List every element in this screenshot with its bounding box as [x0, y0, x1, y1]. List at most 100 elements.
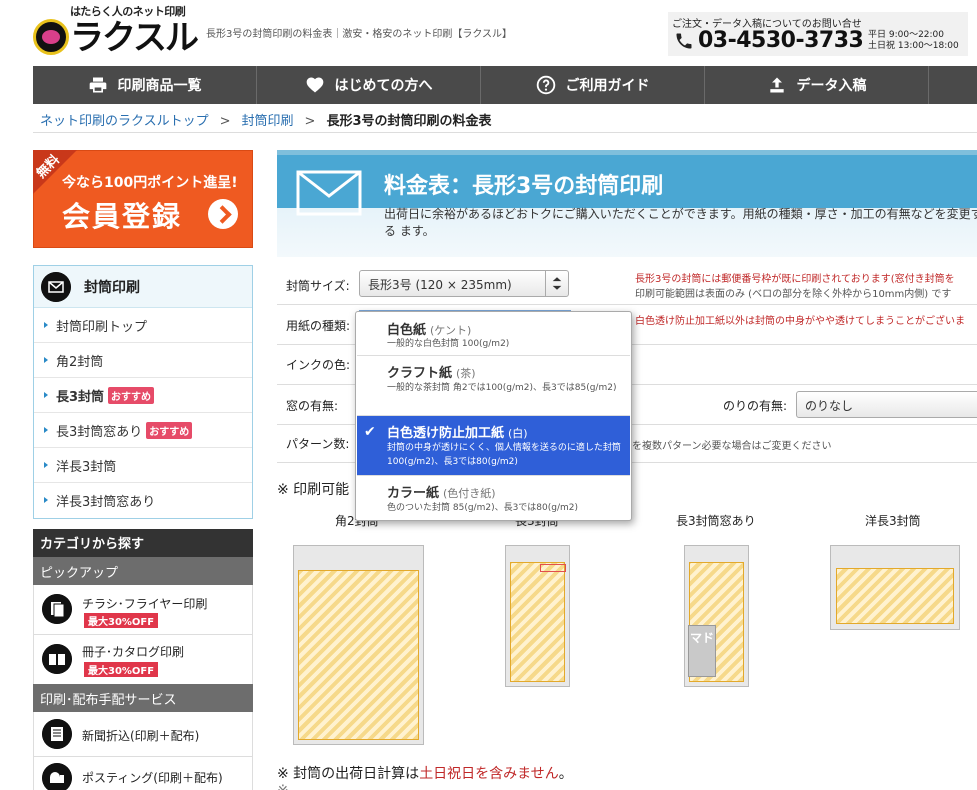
side-item-kaku2[interactable]: 角2封筒 — [34, 343, 252, 378]
side-menu-title: 封筒印刷 — [84, 280, 140, 296]
nav-item-label: データ入稿 — [796, 78, 867, 94]
booklet-icon — [42, 644, 72, 674]
category-item-label: チラシ･フライヤー印刷 — [82, 597, 208, 611]
printable-area-heading: ※ 印刷可能 — [277, 482, 350, 498]
category-pickup: ピックアップ — [33, 557, 253, 585]
side-item-label: 長3封筒 — [56, 389, 105, 405]
logo-mark-icon[interactable] — [33, 19, 69, 55]
category-item-label: ポスティング(印刷＋配布) — [82, 771, 223, 785]
side-item-younaga3-window[interactable]: 洋長3封筒窓あり — [34, 483, 252, 518]
option-subtitle: (白) — [508, 427, 528, 440]
nav-item-upload[interactable]: データ入稿 — [705, 66, 929, 104]
chevron-right-icon — [208, 199, 238, 229]
side-item-label: 封筒印刷トップ — [56, 319, 148, 335]
breadcrumb: ネット印刷のラクスルトップ > 封筒印刷 > 長形3号の封筒印刷の料金表 — [40, 110, 492, 129]
window-label: 窓の有無: — [286, 399, 339, 413]
recommend-badge: おすすめ — [146, 421, 193, 439]
option-title: カラー紙 (色付き紙) — [387, 482, 496, 501]
option-subtitle: (茶) — [456, 367, 476, 380]
banner-promo-text: 今なら100円ポイント進呈! — [62, 175, 238, 191]
side-item-younaga3[interactable]: 洋長3封筒 — [34, 448, 252, 483]
heart-icon — [306, 77, 323, 93]
envelope-label-younaga3: 洋長3封筒 — [865, 514, 921, 528]
category-item-label: 冊子･カタログ印刷 — [82, 645, 185, 659]
option-title-text: 白色紙 — [387, 323, 427, 338]
printable-area — [836, 568, 954, 624]
pattern-label: パターン数: — [286, 437, 350, 451]
logo-tagline: はたらく人のネット印刷 — [70, 5, 186, 18]
category-item-label: 新聞折込(印刷＋配布) — [82, 729, 200, 743]
page-description: 長形3号の封筒印刷の料金表｜激安・格安のネット印刷【ラクスル】 — [206, 29, 513, 40]
paper-option-white[interactable]: 白色紙 (ケント) 一般的な白色封筒 100(g/m2) — [357, 312, 630, 356]
size-label: 封筒サイズ: — [286, 279, 350, 293]
phone-number[interactable]: 03-4530-3733 — [698, 28, 864, 53]
postal-code-box — [540, 564, 566, 572]
size-select[interactable]: 長形3号 (120 × 235mm) — [359, 270, 569, 297]
discount-badge: 最大30%OFF — [84, 662, 159, 677]
paper-option-color[interactable]: カラー紙 (色付き紙) 色のついた封筒 85(g/m2)、長3では80(g/m2) — [357, 476, 630, 520]
category-item-booklet[interactable]: 冊子･カタログ印刷 最大30%OFF — [33, 635, 253, 685]
window-area: マド — [688, 625, 716, 677]
side-item-naga3[interactable]: 長3封筒 おすすめ — [34, 378, 252, 413]
flyer-icon — [42, 594, 72, 624]
option-title-text: 白色透け防止加工紙 — [387, 426, 505, 441]
category-item-flyer[interactable]: チラシ･フライヤー印刷 最大30%OFF — [33, 585, 253, 635]
logo-text[interactable]: ラクスル — [70, 18, 199, 58]
phone-icon — [676, 33, 692, 49]
size-note-warning: 長形3号の封筒には郵便番号枠が既に印刷されております(窓付き封筒を — [635, 274, 955, 285]
printable-area — [298, 570, 419, 740]
category-item-posting[interactable]: ポスティング(印刷＋配布) — [33, 757, 253, 790]
category-title: カテゴリから探す — [33, 529, 253, 557]
newspaper-icon — [42, 719, 72, 749]
main-nav: 印刷商品一覧 はじめての方へ ご利用ガイド データ入稿 — [33, 66, 977, 104]
printer-icon — [89, 77, 106, 93]
hours-weekday: 平日 9:00〜22:00 — [868, 30, 945, 40]
shipping-note-prefix: ※ 封筒の出荷日計算は — [277, 766, 420, 782]
nav-item-label: はじめての方へ — [334, 78, 433, 94]
nav-item-beginners[interactable]: はじめての方へ — [257, 66, 481, 104]
breadcrumb-sep: > — [304, 114, 316, 129]
discount-badge: 最大30%OFF — [84, 613, 159, 628]
mailbox-icon — [42, 763, 72, 790]
breadcrumb-home[interactable]: ネット印刷のラクスルトップ — [40, 114, 209, 129]
option-title: 白色透け防止加工紙 (白) — [387, 422, 528, 441]
envelope-icon — [41, 272, 71, 302]
option-title-text: カラー紙 — [387, 486, 440, 501]
banner-title: 会員登録 — [62, 200, 183, 233]
business-hours: 平日 9:00〜22:00 土日祝 13:00〜18:00 — [868, 30, 959, 52]
shipping-note: ※ 封筒の出荷日計算は土日祝日を含みません。 — [277, 763, 573, 783]
category-distribution: 印刷･配布手配サービス — [33, 684, 253, 712]
breadcrumb-sep: > — [219, 114, 231, 129]
side-item-naga3-window[interactable]: 長3封筒窓あり おすすめ — [34, 413, 252, 448]
shipping-note-next: ※ ... — [277, 783, 307, 790]
nori-select[interactable]: のりなし — [796, 391, 977, 418]
category-item-newspaper[interactable]: 新聞折込(印刷＋配布) — [33, 712, 253, 757]
side-item-envelope-top[interactable]: 封筒印刷トップ — [34, 308, 252, 343]
option-description: 封筒の中身が透けにくく、個人情報を送るのに適した封筒 100(g/m2)、長3で… — [387, 443, 621, 467]
option-title-text: クラフト紙 — [387, 366, 453, 381]
pattern-note: 物を複数パターン必要な場合はご変更ください — [622, 441, 832, 452]
option-title: 白色紙 (ケント) — [387, 319, 471, 338]
option-title: クラフト紙 (茶) — [387, 362, 476, 381]
page-intro: 出荷日に余裕があるほどおトクにご購入いただくことができます。用紙の種類・厚さ・加… — [384, 207, 977, 238]
envelope-icon — [296, 170, 362, 216]
upload-icon — [769, 77, 784, 93]
divider — [33, 132, 977, 133]
paper-option-anti-see-through[interactable]: 白色透け防止加工紙 (白) 封筒の中身が透けにくく、個人情報を送るのに適した封筒 … — [357, 416, 630, 476]
paper-option-kraft[interactable]: クラフト紙 (茶) 一般的な茶封筒 角2では100(g/m2)、長3では85(g/… — [357, 356, 630, 416]
ink-label: インクの色: — [286, 358, 351, 372]
paper-dropdown: 白色紙 (ケント) 一般的な白色封筒 100(g/m2) クラフト紙 (茶) 一般的… — [355, 311, 632, 521]
select-arrows-icon — [545, 271, 562, 296]
side-item-label: 洋長3封筒窓あり — [56, 495, 156, 510]
breadcrumb-current: 長形3号の封筒印刷の料金表 — [326, 114, 492, 129]
size-note-range: 印刷可能範囲は表面のみ (ベロの部分を除く外枠から10mm内側) です — [635, 289, 952, 300]
shipping-note-suffix: 。 — [558, 766, 573, 782]
breadcrumb-category[interactable]: 封筒印刷 — [242, 114, 294, 129]
side-item-label: 長3封筒窓あり — [56, 424, 143, 440]
nav-item-products[interactable]: 印刷商品一覧 — [33, 66, 257, 104]
option-subtitle: (色付き紙) — [443, 487, 496, 500]
side-item-label: 角2封筒 — [56, 354, 104, 370]
nav-item-guide[interactable]: ご利用ガイド — [481, 66, 705, 104]
option-description: 色のついた封筒 85(g/m2)、長3では80(g/m2) — [387, 503, 579, 513]
side-item-label: 洋長3封筒 — [56, 459, 117, 475]
